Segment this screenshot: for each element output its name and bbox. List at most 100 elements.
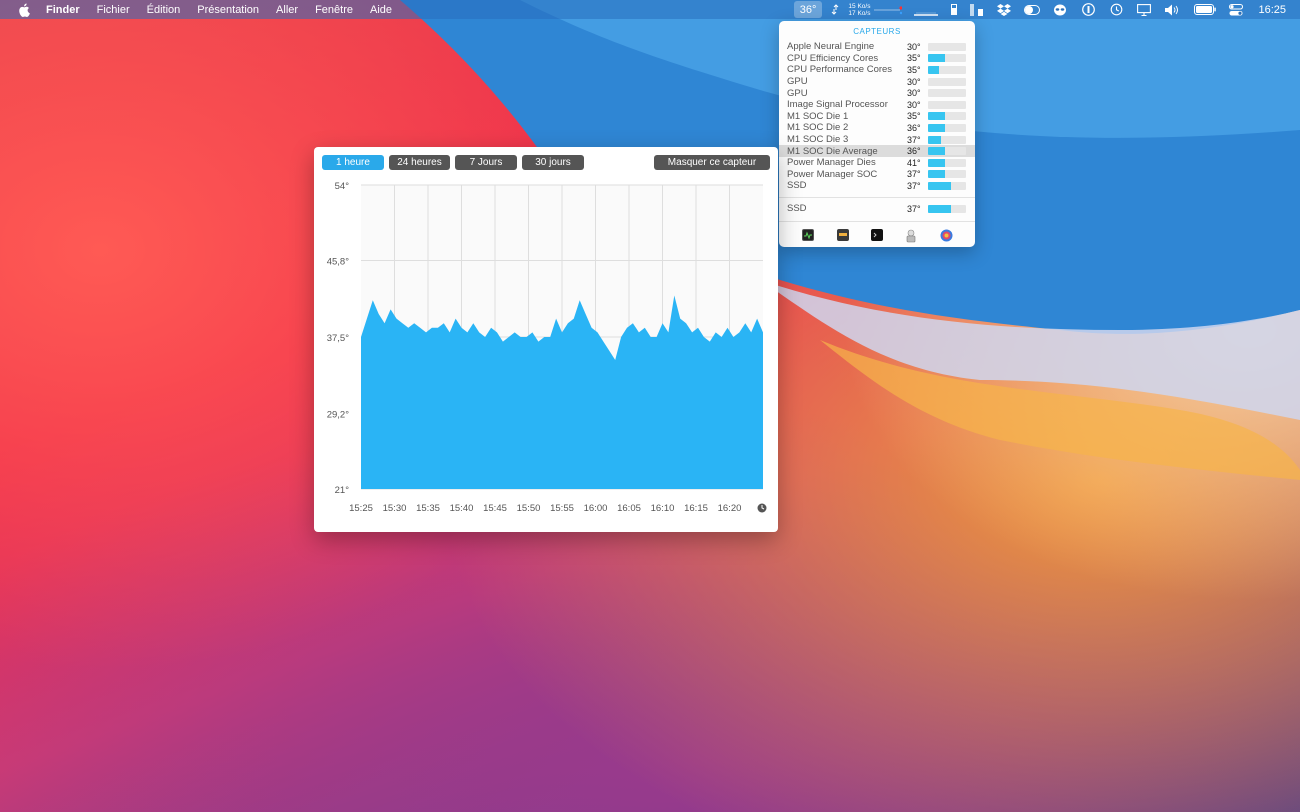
dropbox-icon[interactable] xyxy=(996,3,1012,16)
sensor-level-bar xyxy=(928,89,966,98)
disk-icon[interactable] xyxy=(950,3,958,16)
sensor-row[interactable]: GPU 30° xyxy=(779,87,975,99)
activity-monitor-icon[interactable] xyxy=(802,228,815,241)
tab-24-heures[interactable]: 24 heures xyxy=(389,155,450,170)
menu-edition[interactable]: Édition xyxy=(147,4,181,16)
sensor-level-bar xyxy=(928,135,966,144)
menu-aide[interactable]: Aide xyxy=(370,4,392,16)
x-tick-label: 16:15 xyxy=(684,503,708,514)
y-tick-label: 45,8° xyxy=(327,257,349,268)
menu-presentation[interactable]: Présentation xyxy=(197,4,259,16)
automator-icon[interactable] xyxy=(905,229,917,242)
control-center-icon[interactable] xyxy=(1228,3,1244,16)
sensor-value: 36° xyxy=(907,146,921,157)
terminal-icon[interactable] xyxy=(870,228,883,241)
sensor-value: 30° xyxy=(907,88,921,99)
x-tick-label: 16:20 xyxy=(718,503,742,514)
alien-icon[interactable] xyxy=(1052,3,1068,16)
sensors-dropdown: CAPTEURS Apple Neural Engine 30° CPU Effic… xyxy=(779,21,975,247)
sensor-level-bar xyxy=(928,147,966,156)
network-speed[interactable]: 15 Ko/s 17 Ko/s xyxy=(848,3,870,17)
sensor-tools xyxy=(779,221,975,247)
sensor-name: M1 SOC Die 3 xyxy=(787,134,849,146)
x-tick-label: 16:10 xyxy=(651,503,675,514)
volume-icon[interactable] xyxy=(1164,3,1180,16)
y-tick-label: 29,2° xyxy=(327,409,349,420)
sensor-level-bar xyxy=(928,204,966,213)
network-down: 17 Ko/s xyxy=(848,9,871,17)
x-tick-label: 15:35 xyxy=(416,503,440,514)
clock-icon xyxy=(757,503,767,513)
sensor-name: M1 SOC Die Average xyxy=(787,145,878,157)
chart-window: 54° 45,8° 37,5° 29,2° 21° 15:25 15:30 15:35 15:4… xyxy=(314,147,778,532)
status-area: 36° 15 Ko/s 17 Ko/s 16:25 xyxy=(793,0,1300,19)
sensor-row[interactable]: CPU Performance Cores 35° xyxy=(779,64,975,76)
sensor-row[interactable]: Power Manager Dies 41° xyxy=(779,157,975,169)
sensor-level-bar xyxy=(928,100,966,109)
1password-icon[interactable] xyxy=(1080,3,1096,16)
sensor-list: Apple Neural Engine 30° CPU Efficiency Cor… xyxy=(779,41,975,192)
sensor-name: Apple Neural Engine xyxy=(787,41,875,53)
sensor-name: M1 SOC Die 2 xyxy=(787,122,849,134)
sensor-row-ssd[interactable]: SSD 37° xyxy=(779,203,975,215)
clock[interactable]: 16:25 xyxy=(1258,4,1286,16)
temperature-chart: 54° 45,8° 37,5° 29,2° 21° 15:25 15:30 15:35 15:4… xyxy=(327,181,767,514)
battery-icon[interactable] xyxy=(1194,3,1217,16)
sensor-value: 30° xyxy=(907,41,921,52)
sensor-name: SSD xyxy=(787,203,807,215)
tab-30-jours[interactable]: 30 jours xyxy=(522,155,584,170)
console-icon[interactable] xyxy=(836,228,849,241)
sensor-name: GPU xyxy=(787,76,808,88)
sensor-value: 37° xyxy=(907,134,921,145)
sensor-value: 41° xyxy=(907,157,921,168)
tab-7-jours[interactable]: 7 Jours xyxy=(455,155,517,170)
network-graph-icon[interactable] xyxy=(874,3,903,16)
memory-icon[interactable] xyxy=(914,3,939,16)
x-tick-label: 15:50 xyxy=(517,503,541,514)
network-up: 15 Ko/s xyxy=(848,2,871,10)
storage-icon[interactable] xyxy=(970,3,984,16)
sensor-value: 35° xyxy=(907,64,921,75)
sensor-value: 30° xyxy=(907,99,921,110)
sensor-value: 37° xyxy=(907,169,921,180)
hide-sensor-button[interactable]: Masquer ce capteur xyxy=(654,155,770,170)
sensor-row[interactable]: Image Signal Processor 30° xyxy=(779,99,975,111)
y-tick-label: 54° xyxy=(335,181,350,192)
sensor-row[interactable]: M1 SOC Die 2 36° xyxy=(779,122,975,134)
sensor-name: SSD xyxy=(787,180,807,192)
x-tick-label: 15:30 xyxy=(383,503,407,514)
sensor-row[interactable]: M1 SOC Die 3 37° xyxy=(779,134,975,146)
sensor-value: 35° xyxy=(907,53,921,64)
temperature-menu[interactable]: 36° xyxy=(793,1,823,18)
x-tick-label: 15:25 xyxy=(349,503,373,514)
sensor-row[interactable]: Power Manager SOC 37° xyxy=(779,169,975,181)
menu-fenetre[interactable]: Fenêtre xyxy=(315,4,353,16)
sensor-row[interactable]: M1 SOC Die Average 36° xyxy=(779,145,975,157)
x-tick-label: 15:40 xyxy=(450,503,474,514)
menu-fichier[interactable]: Fichier xyxy=(97,4,130,16)
x-tick-label: 16:05 xyxy=(617,503,641,514)
sensor-row[interactable]: M1 SOC Die 1 35° xyxy=(779,111,975,123)
sensor-level-bar xyxy=(928,158,966,167)
time-machine-icon[interactable] xyxy=(1108,3,1124,16)
sensor-level-bar xyxy=(928,42,966,51)
sensors-title: CAPTEURS xyxy=(853,27,901,36)
sensor-level-bar xyxy=(928,77,966,86)
sensor-name: CPU Performance Cores xyxy=(787,64,893,76)
display-icon[interactable] xyxy=(1136,3,1152,16)
tab-1-heure[interactable]: 1 heure xyxy=(322,155,384,170)
menu-aller[interactable]: Aller xyxy=(276,4,298,16)
arrows-icon[interactable] xyxy=(830,3,840,16)
sensor-name: GPU xyxy=(787,87,808,99)
sensor-row[interactable]: GPU 30° xyxy=(779,76,975,88)
sensor-row[interactable]: SSD 37° xyxy=(779,180,975,192)
system-info-icon[interactable] xyxy=(940,229,953,241)
toggle-icon[interactable] xyxy=(1024,3,1041,16)
sensor-value: 36° xyxy=(907,122,921,133)
sensor-row[interactable]: Apple Neural Engine 30° xyxy=(779,41,975,53)
apple-icon[interactable] xyxy=(16,3,32,17)
menu-app-finder[interactable]: Finder xyxy=(46,4,80,16)
sensor-row[interactable]: CPU Efficiency Cores 35° xyxy=(779,53,975,65)
menu-bar: Finder Fichier Édition Présentation Alle… xyxy=(0,0,1300,19)
sensor-value: 30° xyxy=(907,76,921,87)
